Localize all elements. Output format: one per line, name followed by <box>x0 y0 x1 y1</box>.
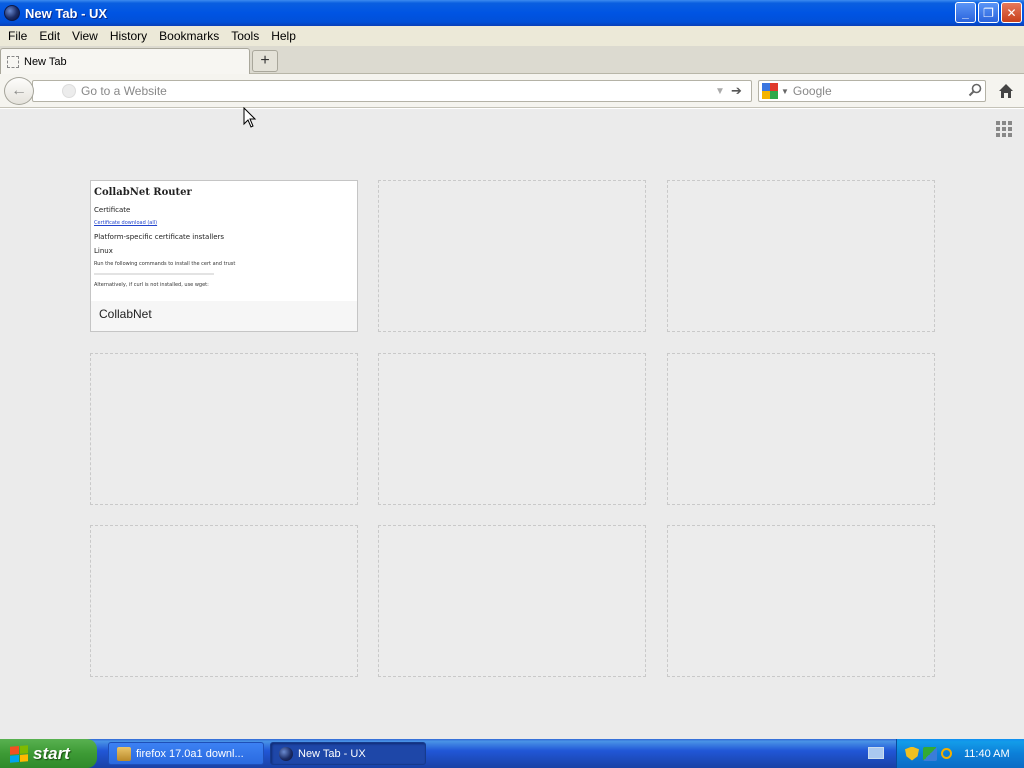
menu-bookmarks[interactable]: Bookmarks <box>153 29 225 43</box>
engine-dropdown-icon[interactable]: ▼ <box>781 87 789 96</box>
menu-history[interactable]: History <box>104 29 153 43</box>
mouse-cursor-icon <box>243 107 257 128</box>
security-shield-icon[interactable] <box>905 746 919 761</box>
taskbar-item-label: firefox 17.0a1 downl... <box>136 747 244 760</box>
thumb-text: Run the following commands to install th… <box>94 261 236 267</box>
windows-logo-icon <box>10 744 28 763</box>
search-bar[interactable]: ▼ <box>758 80 986 102</box>
home-button[interactable] <box>994 80 1018 102</box>
thumb-text: Linux <box>94 247 113 255</box>
site-identity-icon[interactable] <box>62 84 76 98</box>
clock[interactable]: 11:40 AM <box>964 748 1010 760</box>
thumb-text: Platform-specific certificate installers <box>94 233 225 241</box>
download-icon <box>117 746 131 761</box>
empty-tile <box>378 180 646 332</box>
magnifier-icon[interactable] <box>965 83 985 100</box>
restore-button[interactable]: ❐ <box>978 2 999 23</box>
taskbar: start firefox 17.0a1 downl... New Tab - … <box>0 739 1024 768</box>
keyboard-icon[interactable] <box>868 747 884 759</box>
back-arrow-icon: ← <box>11 82 27 99</box>
empty-tile <box>378 353 646 505</box>
navigation-toolbar: ▼ ➔ ← ▼ <box>0 74 1024 108</box>
tab-strip: New Tab + <box>0 46 1024 74</box>
empty-tile <box>667 525 935 677</box>
menu-bar: File Edit View History Bookmarks Tools H… <box>0 26 1024 46</box>
taskbar-item-downloads[interactable]: firefox 17.0a1 downl... <box>108 742 264 765</box>
url-input[interactable] <box>81 84 713 98</box>
blank-page-icon <box>7 55 19 68</box>
home-icon <box>999 84 1013 98</box>
thumb-heading: CollabNet Router <box>94 187 192 198</box>
menu-view[interactable]: View <box>66 29 104 43</box>
firefox-icon <box>279 746 293 761</box>
empty-tile <box>667 180 935 332</box>
empty-tile <box>90 525 358 677</box>
thumb-link: Certificate download (all) <box>94 220 158 226</box>
window-titlebar[interactable]: New Tab - UX _ ❐ ✕ <box>0 0 1024 26</box>
tile-thumbnail: CollabNet Router Certificate Certificate… <box>91 181 357 301</box>
url-bar[interactable]: ▼ ➔ <box>32 80 752 102</box>
thumb-text: Alternatively, if curl is not installed,… <box>94 282 209 288</box>
tab-label: New Tab <box>24 55 67 68</box>
firefox-icon <box>4 5 20 21</box>
site-tile[interactable]: CollabNet Router Certificate Certificate… <box>90 180 358 332</box>
go-arrow-icon[interactable]: ➔ <box>731 83 747 99</box>
new-tab-page: CollabNet Router Certificate Certificate… <box>0 107 1024 739</box>
back-button[interactable]: ← <box>4 77 34 105</box>
empty-tile <box>90 353 358 505</box>
window-title: New Tab - UX <box>25 5 108 21</box>
close-button[interactable]: ✕ <box>1001 2 1022 23</box>
new-tab-button[interactable]: + <box>252 50 278 72</box>
system-tray: 11:40 AM <box>896 739 1024 768</box>
menu-file[interactable]: File <box>2 29 33 43</box>
network-icon[interactable] <box>923 746 937 761</box>
search-tray-icon[interactable] <box>941 748 952 759</box>
history-dropdown-icon[interactable]: ▼ <box>713 86 727 97</box>
taskbar-item-label: New Tab - UX <box>298 747 366 760</box>
thumb-text: Certificate <box>94 206 131 214</box>
grid-toggle-icon[interactable] <box>996 121 1012 137</box>
menu-help[interactable]: Help <box>265 29 302 43</box>
menu-edit[interactable]: Edit <box>33 29 66 43</box>
window-controls: _ ❐ ✕ <box>955 2 1022 23</box>
taskbar-item-newtab[interactable]: New Tab - UX <box>270 742 426 765</box>
empty-tile <box>667 353 935 505</box>
start-label: start <box>33 743 70 763</box>
search-input[interactable] <box>792 84 965 98</box>
tab-new-tab[interactable]: New Tab <box>0 48 250 74</box>
start-button[interactable]: start <box>0 739 97 768</box>
menu-tools[interactable]: Tools <box>225 29 265 43</box>
minimize-button[interactable]: _ <box>955 2 976 23</box>
thumb-faint-line <box>94 273 214 275</box>
empty-tile <box>378 525 646 677</box>
tile-title: CollabNet <box>91 301 357 331</box>
google-icon[interactable] <box>762 83 778 99</box>
